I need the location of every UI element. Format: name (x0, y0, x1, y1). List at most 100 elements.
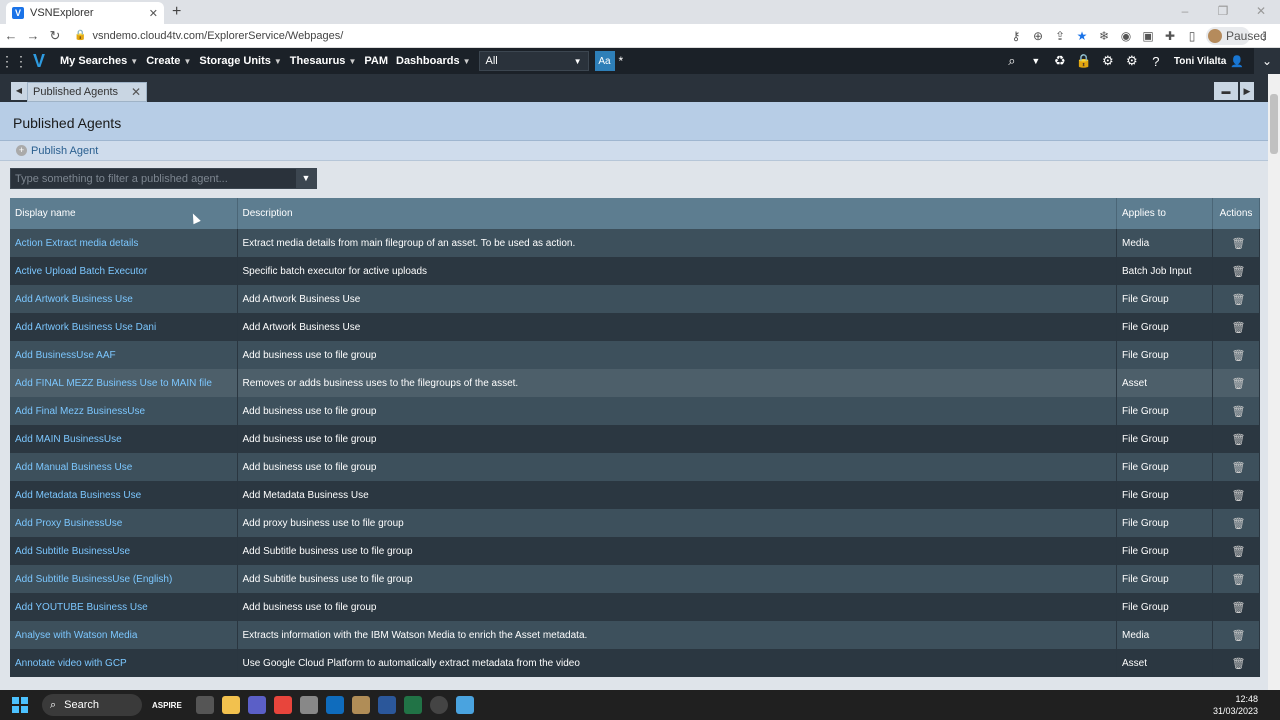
delete-icon[interactable]: 🗑 (1212, 313, 1260, 341)
agent-name-link[interactable]: Add Artwork Business Use (10, 285, 238, 313)
menu-thesaurus[interactable]: Thesaurus ▼ (290, 55, 357, 67)
minimize-icon[interactable]: – (1166, 0, 1204, 24)
sidebar-icon[interactable]: ▯ (1184, 29, 1200, 43)
recycle-icon[interactable]: ♻ (1048, 53, 1072, 69)
gear-icon[interactable]: ⚙ (1120, 53, 1144, 69)
agent-name-link[interactable]: Add Artwork Business Use Dani (10, 313, 238, 341)
aspire-brand-icon[interactable]: ASPIRE (152, 701, 182, 710)
table-row[interactable]: Add Manual Business Use Add business use… (10, 453, 1260, 481)
restore-icon[interactable]: ❐ (1204, 0, 1242, 24)
excel-icon[interactable] (403, 696, 422, 714)
column-display-name[interactable]: Display name (10, 198, 238, 229)
delete-icon[interactable]: 🗑 (1212, 481, 1260, 509)
table-row[interactable]: Add BusinessUse AAF Add business use to … (10, 341, 1260, 369)
agent-name-link[interactable]: Add Subtitle BusinessUse (English) (10, 565, 238, 593)
delete-icon[interactable]: 🗑 (1212, 425, 1260, 453)
table-row[interactable]: Action Extract media details Extract med… (10, 229, 1260, 257)
user-menu[interactable]: Toni Vilalta 👤 (1174, 55, 1244, 68)
teams-icon[interactable] (247, 696, 266, 714)
tab-list-icon[interactable]: ▬ (1214, 82, 1238, 100)
delete-icon[interactable]: 🗑 (1212, 285, 1260, 313)
menu-storage-units[interactable]: Storage Units ▼ (199, 55, 281, 67)
extension-icon-3[interactable]: ▣ (1140, 29, 1156, 43)
menu-my-searches[interactable]: My Searches ▼ (60, 55, 138, 67)
table-row[interactable]: Add Final Mezz BusinessUse Add business … (10, 397, 1260, 425)
table-row[interactable]: Add Subtitle BusinessUse Add Subtitle bu… (10, 537, 1260, 565)
delete-icon[interactable]: 🗑 (1212, 453, 1260, 481)
table-row[interactable]: Analyse with Watson Media Extracts infor… (10, 621, 1260, 649)
tab-scroll-right-icon[interactable]: ▶ (1240, 82, 1254, 100)
agent-name-link[interactable]: Add Manual Business Use (10, 453, 238, 481)
profile-button[interactable]: Paused (1206, 26, 1267, 45)
search-scope-select[interactable]: All ▼ (478, 51, 589, 71)
menu-pam[interactable]: PAM (364, 55, 388, 67)
key-icon[interactable]: ⚷ (1008, 29, 1024, 43)
workflow-icon[interactable]: ⚙ (1096, 53, 1120, 69)
help-icon[interactable]: ? (1144, 54, 1168, 69)
taskbar-search[interactable]: ⌕ Search (42, 694, 142, 716)
notepad-icon[interactable] (455, 696, 474, 714)
close-window-icon[interactable]: ✕ (1242, 0, 1280, 24)
outlook-icon[interactable] (325, 696, 344, 714)
windows-start-icon[interactable] (12, 697, 28, 713)
delete-icon[interactable]: 🗑 (1212, 397, 1260, 425)
forward-icon[interactable]: → (22, 28, 44, 43)
delete-icon[interactable]: 🗑 (1212, 649, 1260, 677)
extension-icon[interactable]: ❄ (1096, 29, 1112, 43)
chrome-icon[interactable] (273, 696, 292, 714)
agent-name-link[interactable]: Add MAIN BusinessUse (10, 425, 238, 453)
agent-name-link[interactable]: Add YOUTUBE Business Use (10, 593, 238, 621)
filter-dropdown-icon[interactable]: ▼ (296, 169, 316, 188)
column-description[interactable]: Description (237, 198, 1117, 229)
search-icon[interactable]: ⌕ (1000, 53, 1024, 69)
chevron-down-icon[interactable]: ⌄ (1254, 48, 1280, 74)
menu-dashboards[interactable]: Dashboards ▼ (396, 55, 471, 67)
delete-icon[interactable]: 🗑 (1212, 537, 1260, 565)
agent-name-link[interactable]: Add BusinessUse AAF (10, 341, 238, 369)
more-icon[interactable]: ⋮ (1256, 29, 1272, 43)
task-view-icon[interactable] (195, 696, 214, 714)
app-icon-2[interactable] (351, 696, 370, 714)
tab-published-agents[interactable]: Published Agents ✕ (27, 82, 147, 102)
delete-icon[interactable]: 🗑 (1212, 341, 1260, 369)
share-icon[interactable]: ⇪ (1052, 29, 1068, 43)
lock-icon[interactable]: 🔒 (1072, 53, 1096, 69)
agent-name-link[interactable]: Add Metadata Business Use (10, 481, 238, 509)
delete-icon[interactable]: 🗑 (1212, 369, 1260, 397)
back-icon[interactable]: ← (0, 28, 22, 43)
agent-name-link[interactable]: Add Proxy BusinessUse (10, 509, 238, 537)
publish-agent-button[interactable]: Publish Agent (31, 145, 98, 157)
agent-name-link[interactable]: Action Extract media details (10, 229, 238, 257)
agent-name-link[interactable]: Add Final Mezz BusinessUse (10, 397, 238, 425)
clock-app-icon[interactable] (429, 696, 448, 714)
column-applies-to[interactable]: Applies to (1116, 198, 1213, 229)
scrollbar-thumb[interactable] (1270, 94, 1278, 154)
table-row[interactable]: Add Metadata Business Use Add Metadata B… (10, 481, 1260, 509)
filter-input[interactable] (11, 169, 296, 188)
table-row[interactable]: Add Artwork Business Use Add Artwork Bus… (10, 285, 1260, 313)
app-icon[interactable] (299, 696, 318, 714)
table-row[interactable]: Add YOUTUBE Business Use Add business us… (10, 593, 1260, 621)
case-sensitive-button[interactable]: Aa (594, 51, 615, 71)
page-scrollbar[interactable] (1268, 74, 1280, 690)
zoom-icon[interactable]: ⊕ (1030, 29, 1046, 43)
delete-icon[interactable]: 🗑 (1212, 257, 1260, 285)
table-row[interactable]: Add Subtitle BusinessUse (English) Add S… (10, 565, 1260, 593)
browser-tab[interactable]: V VSNExplorer ✕ (6, 2, 164, 24)
table-row[interactable]: Add Artwork Business Use Dani Add Artwor… (10, 313, 1260, 341)
extension-icon-2[interactable]: ◉ (1118, 29, 1134, 43)
close-icon[interactable]: ✕ (131, 85, 141, 99)
delete-icon[interactable]: 🗑 (1212, 229, 1260, 257)
add-icon[interactable]: + (16, 145, 27, 156)
word-icon[interactable] (377, 696, 396, 714)
table-row[interactable]: Active Upload Batch Executor Specific ba… (10, 257, 1260, 285)
menu-create[interactable]: Create ▼ (146, 55, 191, 67)
agent-name-link[interactable]: Add Subtitle BusinessUse (10, 537, 238, 565)
table-row[interactable]: Add Proxy BusinessUse Add proxy business… (10, 509, 1260, 537)
new-tab-icon[interactable]: + (172, 3, 181, 21)
delete-icon[interactable]: 🗑 (1212, 621, 1260, 649)
agent-name-link[interactable]: Add FINAL MEZZ Business Use to MAIN file (10, 369, 238, 397)
url-field[interactable]: 🔒 vsndemo.cloud4tv.com/ExplorerService/W… (74, 30, 1008, 42)
table-row[interactable]: Add MAIN BusinessUse Add business use to… (10, 425, 1260, 453)
puzzle-icon[interactable]: ✚ (1162, 29, 1178, 43)
